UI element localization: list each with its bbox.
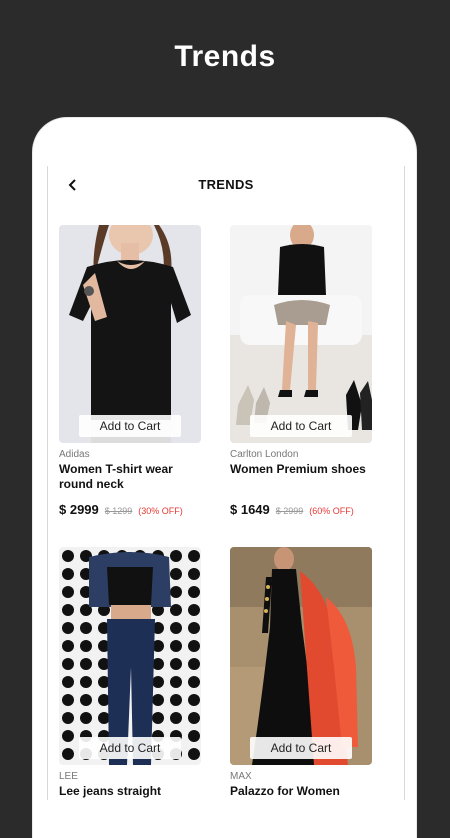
product-name[interactable]: Palazzo for Women — [230, 784, 372, 800]
product-image-shoes: Add to Cart — [230, 225, 372, 443]
product-name[interactable]: Women T-shirt wear round neck — [59, 462, 201, 492]
product-brand: Adidas — [59, 449, 90, 460]
top-bar: TRENDS — [48, 166, 404, 204]
banner-title: Trends — [174, 40, 276, 73]
product-brand: MAX — [230, 771, 252, 782]
product-old-price: $ 1299 — [104, 506, 133, 516]
price-row: $ 2999 $ 1299 (30% OFF) — [59, 502, 201, 517]
product-card-tshirt[interactable]: Add to Cart Adidas Women T-shirt wear ro… — [59, 225, 201, 517]
product-card-palazzo[interactable]: Add to Cart MAX Palazzo for Women — [230, 547, 372, 800]
add-to-cart-button[interactable]: Add to Cart — [79, 415, 181, 437]
add-to-cart-button[interactable]: Add to Cart — [250, 415, 352, 437]
product-image-jeans: Add to Cart — [59, 547, 201, 765]
product-price: $ 2999 — [59, 502, 99, 517]
add-to-cart-button[interactable]: Add to Cart — [250, 737, 352, 759]
product-card-jeans[interactable]: Add to Cart LEE Lee jeans straight — [59, 547, 201, 800]
app-screen: TRENDS Add to Cart Adidas Women T-shirt … — [47, 166, 405, 800]
page-title: TRENDS — [198, 177, 254, 192]
product-name[interactable]: Women Premium shoes — [230, 462, 372, 492]
product-image-palazzo: Add to Cart — [230, 547, 372, 765]
product-old-price: $ 2999 — [275, 506, 304, 516]
product-price: $ 1649 — [230, 502, 270, 517]
price-row: $ 1649 $ 2999 (60% OFF) — [230, 502, 372, 517]
product-brand: Carlton London — [230, 449, 299, 460]
product-name[interactable]: Lee jeans straight — [59, 784, 201, 800]
product-brand: LEE — [59, 771, 78, 782]
product-card-shoes[interactable]: Add to Cart Carlton London Women Premium… — [230, 225, 372, 517]
product-image-tshirt: Add to Cart — [59, 225, 201, 443]
add-to-cart-button[interactable]: Add to Cart — [79, 737, 181, 759]
product-discount: (60% OFF) — [309, 506, 354, 516]
product-discount: (30% OFF) — [138, 506, 183, 516]
